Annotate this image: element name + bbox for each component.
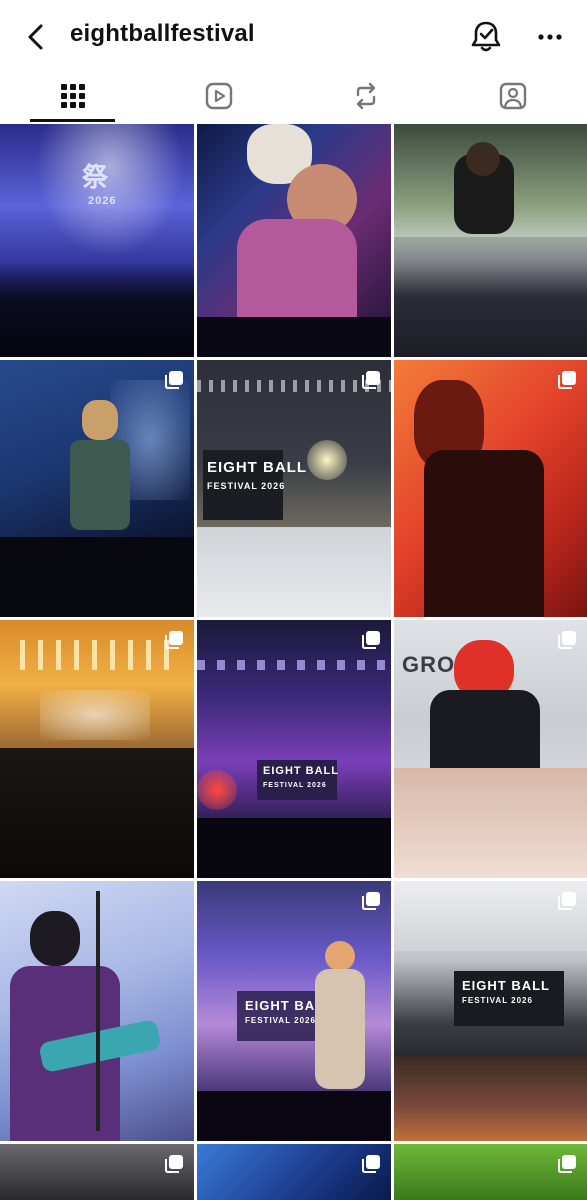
chevron-left-icon xyxy=(28,24,43,50)
multiple-photos-icon xyxy=(558,892,576,910)
post-thumbnail-11[interactable]: EIGHT BALL FESTIVAL 2026 xyxy=(197,881,391,1141)
multiple-photos-icon xyxy=(165,371,183,389)
post-thumbnail-5[interactable]: EIGHT BALL FESTIVAL 2026 xyxy=(197,360,391,617)
multiple-photos-icon xyxy=(558,371,576,389)
back-button[interactable] xyxy=(22,22,52,52)
profile-tabs xyxy=(0,72,587,122)
multiple-photos-icon xyxy=(362,371,380,389)
notifications-button[interactable] xyxy=(470,20,502,54)
bell-check-icon xyxy=(471,21,501,52)
stage-banner-text: EIGHT BALL xyxy=(207,459,307,476)
repost-icon xyxy=(356,82,376,110)
post-thumbnail-1[interactable]: 祭 2026 xyxy=(0,124,194,357)
posts-grid: 祭 2026 EIGHT BALL FESTIVAL 2026 EIGHT BA… xyxy=(0,124,587,1200)
post-thumbnail-13[interactable] xyxy=(0,1144,194,1200)
grid-icon xyxy=(61,84,85,108)
multiple-photos-icon xyxy=(558,631,576,649)
stage-banner-subtext: FESTIVAL 2026 xyxy=(263,782,327,789)
stage-banner-subtext: 2026 xyxy=(88,195,117,207)
profile-header: eightballfestival xyxy=(0,0,587,72)
post-thumbnail-15[interactable] xyxy=(394,1144,587,1200)
multiple-photos-icon xyxy=(362,892,380,910)
tab-tagged[interactable] xyxy=(440,72,586,120)
post-thumbnail-12[interactable]: EIGHT BALL FESTIVAL 2026 xyxy=(394,881,587,1141)
post-thumbnail-10[interactable] xyxy=(0,881,194,1141)
post-thumbnail-4[interactable] xyxy=(0,360,194,617)
multiple-photos-icon xyxy=(165,631,183,649)
stage-banner-subtext: FESTIVAL 2026 xyxy=(462,996,533,1005)
post-thumbnail-2[interactable] xyxy=(197,124,391,357)
tab-reposts[interactable] xyxy=(293,72,439,120)
reels-play-icon xyxy=(205,82,233,110)
stage-banner-text: EIGHT BALL xyxy=(263,765,339,777)
multiple-photos-icon xyxy=(558,1155,576,1173)
tagged-person-icon xyxy=(499,82,527,110)
post-thumbnail-3[interactable] xyxy=(394,124,587,357)
post-thumbnail-8[interactable]: EIGHT BALL FESTIVAL 2026 xyxy=(197,620,391,878)
stage-banner-text: EIGHT BALL xyxy=(462,978,550,993)
stage-banner-subtext: FESTIVAL 2026 xyxy=(245,1016,316,1025)
multiple-photos-icon xyxy=(362,1155,380,1173)
active-tab-indicator xyxy=(30,119,115,122)
more-horizontal-icon xyxy=(538,34,562,40)
post-thumbnail-14[interactable] xyxy=(197,1144,391,1200)
multiple-photos-icon xyxy=(362,631,380,649)
profile-username: eightballfestival xyxy=(70,20,255,47)
post-thumbnail-9[interactable]: GRO xyxy=(394,620,587,878)
stage-banner-text: 祭 xyxy=(82,162,110,192)
stage-banner-subtext: FESTIVAL 2026 xyxy=(207,481,286,491)
more-options-button[interactable] xyxy=(535,22,565,52)
stage-banner-text: GRO xyxy=(402,652,456,677)
post-thumbnail-6[interactable] xyxy=(394,360,587,617)
tab-reels[interactable] xyxy=(146,72,292,120)
multiple-photos-icon xyxy=(165,1155,183,1173)
post-thumbnail-7[interactable] xyxy=(0,620,194,878)
tab-posts-grid[interactable] xyxy=(0,72,146,120)
